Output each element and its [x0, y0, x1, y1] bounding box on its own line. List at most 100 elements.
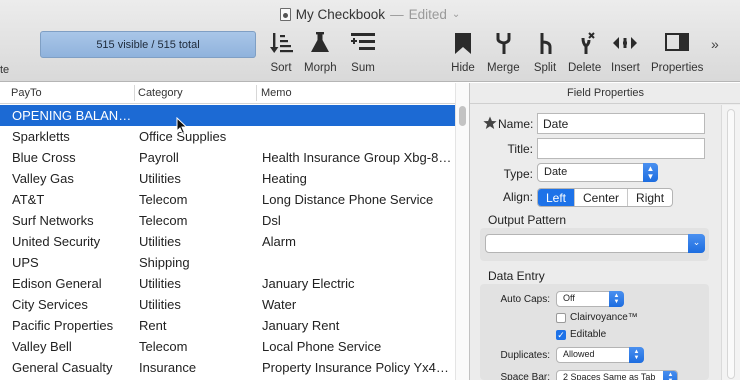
cell-category[interactable]: Telecom: [139, 192, 257, 207]
sort-button[interactable]: Sort: [268, 30, 294, 78]
name-field[interactable]: Date: [537, 113, 705, 134]
cell-memo[interactable]: Heating: [262, 171, 454, 186]
cell-payto[interactable]: AT&T: [12, 192, 134, 207]
properties-label: Properties: [651, 62, 704, 74]
cell-memo[interactable]: January Electric: [262, 276, 454, 291]
checkbox-unchecked[interactable]: [556, 312, 566, 323]
cell-payto[interactable]: Valley Gas: [12, 171, 134, 186]
table-row[interactable]: United Security Utilities Alarm: [0, 231, 455, 252]
table-row[interactable]: AT&T Telecom Long Distance Phone Service: [0, 189, 455, 210]
table-row[interactable]: Edison General Utilities January Electri…: [0, 273, 455, 294]
cell-memo[interactable]: Property Insurance Policy Yx4…: [262, 360, 454, 375]
morph-button[interactable]: Morph: [304, 30, 337, 78]
type-popup[interactable]: Date ▲ ▼: [537, 163, 658, 182]
sum-button[interactable]: Sum: [350, 30, 376, 78]
cell-category[interactable]: Utilities: [139, 234, 257, 249]
cell-memo[interactable]: Local Phone Service: [262, 339, 454, 354]
merge-button[interactable]: Merge: [487, 30, 520, 78]
insert-button[interactable]: Insert: [611, 30, 640, 78]
cell-payto[interactable]: OPENING BALAN…: [12, 108, 132, 123]
space-bar-popup[interactable]: 2 Spaces Same as Tab ▲▼: [556, 370, 678, 380]
column-divider[interactable]: [256, 85, 257, 101]
title-field[interactable]: [537, 138, 705, 159]
table-row[interactable]: City Services Utilities Water: [0, 294, 455, 315]
cell-category[interactable]: Rent: [139, 318, 257, 333]
column-header-payto[interactable]: PayTo: [11, 87, 42, 99]
properties-button[interactable]: Properties: [651, 30, 703, 78]
hide-button[interactable]: Hide: [450, 30, 476, 78]
flask-icon: [311, 32, 330, 52]
cell-payto[interactable]: General Casualty: [12, 360, 134, 375]
scrollbar-thumb[interactable]: [459, 106, 466, 126]
align-center-option[interactable]: Center: [574, 189, 627, 206]
merge-label: Merge: [487, 62, 520, 74]
cell-payto[interactable]: City Services: [12, 297, 134, 312]
hide-label: Hide: [451, 62, 475, 74]
cell-category[interactable]: Telecom: [139, 339, 257, 354]
chevron-down-icon[interactable]: ⌄: [452, 9, 460, 20]
column-divider[interactable]: [134, 85, 135, 101]
editable-checkbox[interactable]: ✓ Editable: [556, 329, 606, 340]
type-popup-value: Date: [544, 166, 568, 178]
cell-category[interactable]: Utilities: [139, 276, 257, 291]
column-header-memo[interactable]: Memo: [261, 87, 292, 99]
table-row[interactable]: Surf Networks Telecom Dsl: [0, 210, 455, 231]
cell-memo[interactable]: Dsl: [262, 213, 454, 228]
cell-payto[interactable]: Blue Cross: [12, 150, 134, 165]
split-button[interactable]: Split: [532, 30, 558, 78]
align-right-option[interactable]: Right: [627, 189, 672, 206]
cell-memo[interactable]: Health Insurance Group Xbg-8…: [262, 150, 454, 165]
checkmark-icon[interactable]: ✓: [556, 329, 566, 340]
cell-category[interactable]: Payroll: [139, 150, 257, 165]
chevron-down-icon: ⌄: [688, 234, 705, 253]
cell-payto[interactable]: Edison General: [12, 276, 134, 291]
record-count-display[interactable]: 515 visible / 515 total: [40, 31, 256, 58]
scrollbar-thumb[interactable]: [727, 109, 735, 379]
output-pattern-popup[interactable]: ⌄: [485, 234, 705, 253]
edited-status[interactable]: Edited: [409, 7, 447, 22]
name-field-value: Date: [543, 117, 569, 131]
cell-payto[interactable]: Surf Networks: [12, 213, 134, 228]
align-left-option[interactable]: Left: [538, 189, 575, 206]
toolbar-overflow-icon[interactable]: »: [711, 36, 719, 52]
cell-category[interactable]: Utilities: [139, 297, 257, 312]
column-header-category[interactable]: Category: [138, 87, 183, 99]
table-row[interactable]: UPS Shipping: [0, 252, 455, 273]
cell-payto[interactable]: Sparkletts: [12, 129, 134, 144]
align-segmented-control[interactable]: Left Center Right: [537, 188, 674, 207]
table-row[interactable]: Pacific Properties Rent January Rent: [0, 315, 455, 336]
auto-caps-popup[interactable]: Off ▲ ▼: [556, 291, 624, 307]
cell-memo[interactable]: Alarm: [262, 234, 454, 249]
auto-caps-label: Auto Caps:: [500, 294, 550, 305]
cell-memo[interactable]: Water: [262, 297, 454, 312]
cell-category[interactable]: Insurance: [139, 360, 257, 375]
cell-payto[interactable]: United Security: [12, 234, 134, 249]
window-title: My Checkbook: [295, 6, 386, 22]
star-icon[interactable]: [483, 116, 497, 130]
truncated-toolbar-label: te: [0, 64, 10, 76]
cell-category[interactable]: Telecom: [139, 213, 257, 228]
duplicates-popup[interactable]: Allowed ▲ ▼: [556, 347, 644, 363]
table-vertical-scrollbar[interactable]: [455, 83, 469, 380]
cell-memo[interactable]: Long Distance Phone Service: [262, 192, 454, 207]
table-row[interactable]: Valley Bell Telecom Local Phone Service: [0, 336, 455, 357]
sum-icon: [351, 33, 375, 50]
table-row[interactable]: Blue Cross Payroll Health Insurance Grou…: [0, 147, 455, 168]
sum-label: Sum: [351, 62, 375, 74]
cell-memo[interactable]: January Rent: [262, 318, 454, 333]
cell-category[interactable]: Office Supplies: [139, 129, 257, 144]
duplicates-value: Allowed: [563, 349, 595, 359]
delete-button[interactable]: Delete: [568, 30, 601, 78]
cell-payto[interactable]: UPS: [12, 255, 134, 270]
clairvoyance-checkbox[interactable]: Clairvoyance™: [556, 312, 638, 323]
cell-category[interactable]: Utilities: [139, 171, 257, 186]
cell-category[interactable]: Shipping: [139, 255, 257, 270]
cell-payto[interactable]: Valley Bell: [12, 339, 134, 354]
table-row[interactable]: Valley Gas Utilities Heating: [0, 168, 455, 189]
table-row[interactable]: Sparkletts Office Supplies: [0, 126, 455, 147]
cell-payto[interactable]: Pacific Properties: [12, 318, 134, 333]
table-row-selected[interactable]: OPENING BALAN…: [0, 105, 455, 126]
table-row[interactable]: General Casualty Insurance Property Insu…: [0, 357, 455, 378]
panel-vertical-scrollbar[interactable]: [721, 105, 740, 380]
records-table[interactable]: PayTo Category Memo OPENING BALAN… Spark…: [0, 83, 469, 380]
